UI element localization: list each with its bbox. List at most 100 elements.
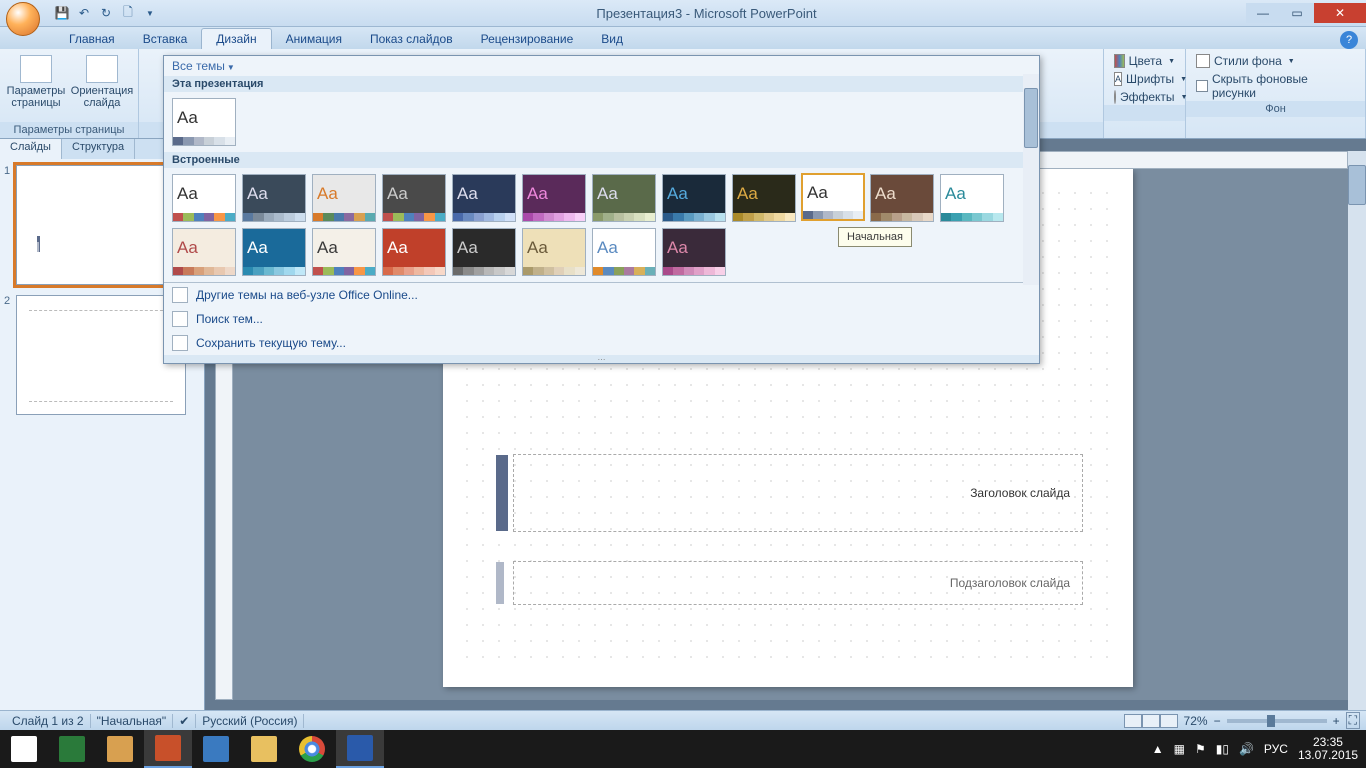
theme-thumbnail[interactable]: Aa bbox=[172, 174, 236, 222]
theme-thumbnail[interactable]: Aa bbox=[242, 174, 306, 222]
title-placeholder[interactable]: Заголовок слайда bbox=[513, 454, 1083, 532]
theme-thumbnail[interactable]: Aa bbox=[172, 98, 236, 146]
theme-thumbnail[interactable]: Aa bbox=[522, 174, 586, 222]
start-button[interactable] bbox=[0, 730, 48, 768]
theme-thumbnail[interactable]: Aa bbox=[382, 228, 446, 276]
fonts-label: Шрифты bbox=[1126, 72, 1174, 86]
taskbar-powerpoint[interactable] bbox=[144, 730, 192, 768]
group-title-variants bbox=[1104, 105, 1185, 121]
colors-icon bbox=[1114, 54, 1125, 68]
zoom-slider[interactable] bbox=[1227, 719, 1327, 723]
subtitle-placeholder[interactable]: Подзаголовок слайда bbox=[513, 561, 1083, 605]
theme-thumbnail[interactable]: Aa bbox=[382, 174, 446, 222]
theme-thumbnail[interactable]: Aa bbox=[312, 174, 376, 222]
group-theme-variants: Цвета▼ AШрифты▼ Эффекты▼ bbox=[1104, 49, 1186, 138]
scrollbar-vertical[interactable] bbox=[1348, 151, 1366, 710]
taskbar-explorer[interactable] bbox=[240, 730, 288, 768]
taskbar-app1[interactable] bbox=[192, 730, 240, 768]
theme-thumbnail[interactable]: Aa bbox=[592, 228, 656, 276]
theme-thumbnail[interactable]: Aa bbox=[452, 174, 516, 222]
resize-grip[interactable]: ⋯ bbox=[164, 355, 1039, 363]
undo-icon[interactable]: ↶ bbox=[75, 4, 93, 22]
search-themes-label: Поиск тем... bbox=[196, 312, 263, 326]
theme-thumbnail[interactable]: Aa bbox=[870, 174, 934, 222]
tab-design[interactable]: Дизайн bbox=[201, 28, 271, 49]
slide-orientation-button[interactable]: Ориентация слайда bbox=[72, 51, 132, 109]
zoom-in-button[interactable]: + bbox=[1333, 714, 1340, 728]
theme-thumbnail[interactable]: Aa bbox=[522, 228, 586, 276]
theme-thumbnail[interactable]: Aa bbox=[662, 174, 726, 222]
theme-thumbnail[interactable]: Aa bbox=[312, 228, 376, 276]
menu-more-online[interactable]: Другие темы на веб-узле Office Online... bbox=[164, 283, 1039, 307]
orientation-icon bbox=[86, 55, 118, 83]
tab-review[interactable]: Рецензирование bbox=[467, 29, 588, 49]
office-button[interactable] bbox=[0, 0, 45, 27]
tab-animation[interactable]: Анимация bbox=[272, 29, 356, 49]
fit-button[interactable]: ⛶ bbox=[1346, 712, 1360, 729]
minimize-button[interactable]: — bbox=[1246, 3, 1280, 23]
colors-button[interactable]: Цвета▼ bbox=[1110, 53, 1179, 69]
qat-dropdown-icon[interactable]: ▼ bbox=[141, 4, 159, 22]
tab-home[interactable]: Главная bbox=[55, 29, 129, 49]
theme-sample-text: Aa bbox=[803, 175, 863, 211]
taskbar-chrome[interactable] bbox=[288, 730, 336, 768]
close-button[interactable]: ✕ bbox=[1314, 3, 1366, 23]
theme-thumbnail[interactable]: Aa bbox=[172, 228, 236, 276]
theme-thumbnail[interactable]: Aa bbox=[592, 174, 656, 222]
theme-swatches bbox=[663, 213, 725, 221]
status-spellcheck[interactable]: ✔ bbox=[173, 714, 196, 728]
pane-tab-slides[interactable]: Слайды bbox=[0, 139, 62, 159]
view-buttons bbox=[1124, 714, 1178, 728]
hide-bg-checkbox[interactable]: Скрыть фоновые рисунки bbox=[1192, 71, 1359, 101]
theme-thumbnail[interactable]: Aa bbox=[801, 173, 865, 221]
save-icon[interactable]: 💾 bbox=[53, 4, 71, 22]
theme-thumbnail[interactable]: Aa bbox=[452, 228, 516, 276]
thumb-number: 1 bbox=[4, 165, 10, 285]
theme-sample-text: Aa bbox=[313, 229, 375, 267]
effects-button[interactable]: Эффекты▼ bbox=[1110, 89, 1179, 105]
theme-thumbnail[interactable]: Aa bbox=[242, 228, 306, 276]
menu-search-themes[interactable]: Поиск тем... bbox=[164, 307, 1039, 331]
theme-thumbnail[interactable]: Aa bbox=[662, 228, 726, 276]
redo-icon[interactable]: ↻ bbox=[97, 4, 115, 22]
tab-view[interactable]: Вид bbox=[587, 29, 637, 49]
taskbar-excel[interactable] bbox=[48, 730, 96, 768]
hide-bg-label: Скрыть фоновые рисунки bbox=[1212, 72, 1355, 100]
status-language[interactable]: Русский (Россия) bbox=[196, 714, 304, 728]
gallery-scrollbar[interactable] bbox=[1023, 74, 1039, 285]
tray-volume-icon[interactable]: 🔊 bbox=[1239, 742, 1254, 756]
tray-network-icon[interactable]: ▮▯ bbox=[1216, 742, 1229, 756]
theme-swatches bbox=[523, 213, 585, 221]
tab-slideshow[interactable]: Показ слайдов bbox=[356, 29, 467, 49]
slideshow-view-button[interactable] bbox=[1160, 714, 1178, 728]
theme-swatches bbox=[243, 213, 305, 221]
tray-date: 13.07.2015 bbox=[1298, 749, 1358, 762]
theme-sample-text: Aa bbox=[733, 175, 795, 213]
theme-thumbnail[interactable]: Aa bbox=[732, 174, 796, 222]
tray-flag-icon[interactable]: ⚑ bbox=[1195, 742, 1206, 756]
taskbar-word[interactable] bbox=[336, 730, 384, 768]
tray-up-icon[interactable]: ▲ bbox=[1152, 742, 1164, 756]
menu-save-theme[interactable]: Сохранить текущую тему... bbox=[164, 331, 1039, 355]
sorter-view-button[interactable] bbox=[1142, 714, 1160, 728]
tray-lang[interactable]: РУС bbox=[1264, 742, 1288, 756]
pane-tab-outline[interactable]: Структура bbox=[62, 139, 135, 159]
gallery-header[interactable]: Все темы▼ bbox=[164, 56, 1039, 76]
maximize-button[interactable]: ▭ bbox=[1280, 3, 1314, 23]
zoom-out-button[interactable]: − bbox=[1214, 714, 1221, 728]
bg-styles-button[interactable]: Стили фона▼ bbox=[1192, 53, 1359, 69]
taskbar-paint[interactable] bbox=[96, 730, 144, 768]
tray-action-icon[interactable]: ▦ bbox=[1174, 742, 1185, 756]
zoom-level[interactable]: 72% bbox=[1184, 714, 1208, 728]
page-params-button[interactable]: Параметры страницы bbox=[6, 51, 66, 109]
repeat-icon[interactable]: 🗋 bbox=[119, 4, 137, 22]
theme-thumbnail[interactable]: Aa bbox=[940, 174, 1004, 222]
theme-sample-text: Aa bbox=[523, 229, 585, 267]
tray-clock[interactable]: 23:35 13.07.2015 bbox=[1298, 736, 1358, 762]
tab-insert[interactable]: Вставка bbox=[129, 29, 202, 49]
fonts-button[interactable]: AШрифты▼ bbox=[1110, 71, 1179, 87]
subtitle-accent-bar bbox=[496, 562, 504, 604]
help-icon[interactable]: ? bbox=[1340, 31, 1358, 49]
normal-view-button[interactable] bbox=[1124, 714, 1142, 728]
effects-label: Эффекты bbox=[1120, 90, 1175, 104]
